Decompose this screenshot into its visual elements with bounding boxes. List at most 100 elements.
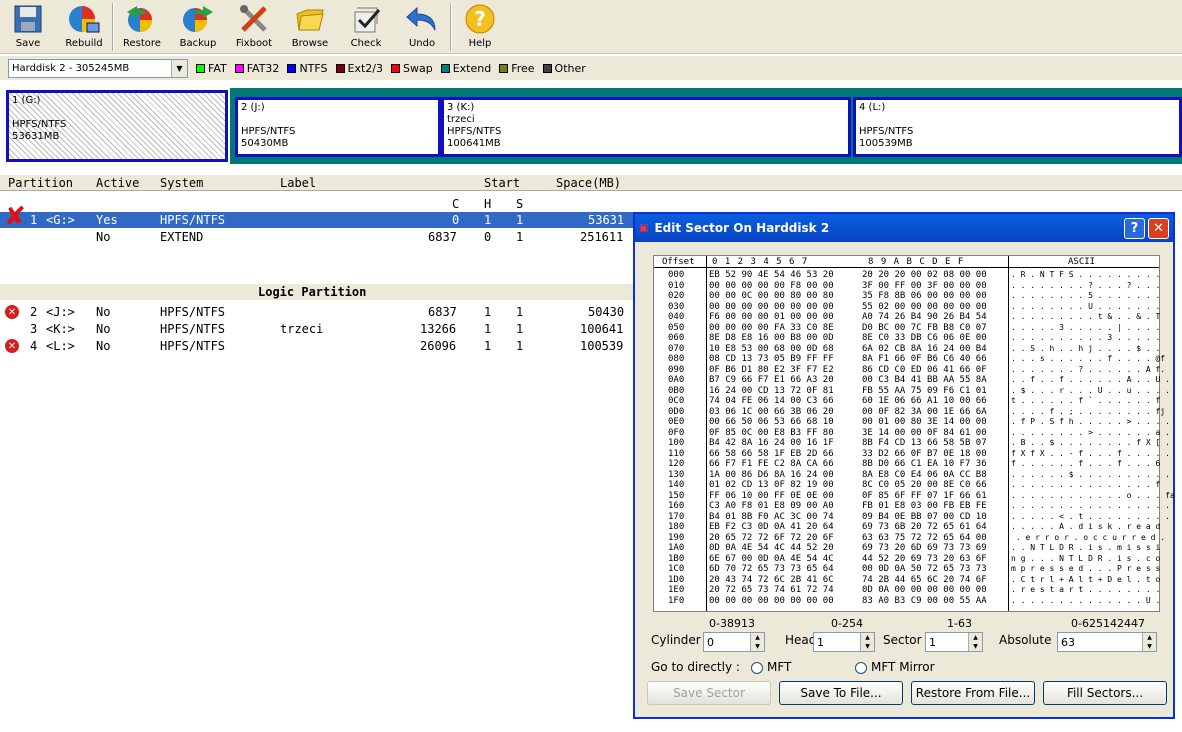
hex-bytes-right[interactable]: 20 20 20 00 02 08 00 00 3F 00 FF 00 3F 00…	[862, 270, 987, 606]
hex-row-right[interactable]: 8C C0 05 20 00 8E C0 66	[862, 480, 987, 491]
col-space[interactable]: Space(MB)	[556, 176, 621, 190]
hex-row-left[interactable]: 03 06 1C 00 66 3B 06 20	[709, 407, 834, 418]
hex-row-right[interactable]: 0D 0A 00 00 00 00 00 00	[862, 585, 987, 596]
hex-row-left[interactable]: FF 06 10 00 FF 0E 0E 00	[709, 491, 834, 502]
ascii-row[interactable]: . . S . h . . h j . . . . $ . .	[1011, 344, 1175, 355]
hex-row-left[interactable]: 66 F7 F1 FE C2 8A CA 66	[709, 459, 834, 470]
hex-row-right[interactable]: 0F 85 6F FF 07 1F 66 61	[862, 491, 987, 502]
hex-row-left[interactable]: F6 00 00 00 01 00 00 00	[709, 312, 834, 323]
hex-row-right[interactable]: 83 A0 B3 C9 00 00 55 AA	[862, 596, 987, 607]
ascii-row[interactable]: . . . . . A . d i s k . r e a d	[1011, 522, 1175, 533]
ascii-row[interactable]: . . . . . . . . ? . . . ? . . .	[1011, 281, 1175, 292]
table-row[interactable]: 2 <J:> No HPFS/NTFS 6837 1 1 50430	[0, 304, 640, 320]
partition-block-j[interactable]: 2 (J:) HPFS/NTFS 50430MB	[235, 97, 441, 157]
hex-row-left[interactable]: 00 00 00 00 00 00 00 00	[709, 302, 834, 313]
hex-row-right[interactable]: 00 C3 B4 41 BB AA 55 8A	[862, 375, 987, 386]
undo-toolbar-button[interactable]: Undo	[394, 0, 450, 54]
hex-row-right[interactable]: 74 2B 44 65 6C 20 74 6F	[862, 575, 987, 586]
hex-row-right[interactable]: 63 63 75 72 72 65 64 00	[862, 533, 987, 544]
hex-row-left[interactable]: EB 52 90 4E 54 46 53 20	[709, 270, 834, 281]
ascii-row[interactable]: . . . s . . . . . . f . . . . @f	[1011, 354, 1175, 365]
ascii-row[interactable]: f X f X . . - f . . . f . . . . .	[1011, 449, 1175, 460]
browse-toolbar-button[interactable]: Browse	[282, 0, 338, 54]
mft-radio[interactable]	[751, 662, 763, 674]
hex-row-left[interactable]: 74 04 FE 06 14 00 C3 66	[709, 396, 834, 407]
hex-row-left[interactable]: 20 43 74 72 6C 2B 41 6C	[709, 575, 834, 586]
restore-toolbar-button[interactable]: Restore	[114, 0, 170, 54]
absolute-spinner[interactable]: ▲ ▼	[1142, 633, 1156, 651]
hex-row-right[interactable]: 3E 14 00 00 0F 84 61 00	[862, 428, 987, 439]
col-partition[interactable]: Partition	[8, 176, 73, 190]
ascii-row[interactable]: . . . . f . ; . . . . . . . . fj	[1011, 407, 1175, 418]
ascii-row[interactable]: . . N T L D R . i s . m i s s i	[1011, 543, 1175, 554]
table-row[interactable]: 4 <L:> No HPFS/NTFS 26096 1 1 100539	[0, 338, 640, 354]
ascii-row[interactable]: . f P . S f h . . . . . > . . . .	[1011, 417, 1175, 428]
backup-toolbar-button[interactable]: Backup	[170, 0, 226, 54]
col-active[interactable]: Active	[96, 176, 139, 190]
hex-row-left[interactable]: 00 00 0C 00 00 80 00 80	[709, 291, 834, 302]
head-spinner[interactable]: ▲ ▼	[860, 633, 874, 651]
ascii-row[interactable]: . . . . . 3 . . . . . | . . . .	[1011, 323, 1175, 334]
fill-sectors-button[interactable]: Fill Sectors...	[1043, 681, 1167, 705]
col-label[interactable]: Label	[280, 176, 316, 190]
hex-row-right[interactable]: 3F 00 FF 00 3F 00 00 00	[862, 281, 987, 292]
cylinder-field[interactable]: 0 ▲ ▼	[703, 632, 765, 652]
hex-row-right[interactable]: 00 0D 0A 50 72 65 73 73	[862, 564, 987, 575]
ascii-row[interactable]: . . . . . . . . . . . . o . . . fa	[1011, 491, 1175, 502]
hex-row-left[interactable]: 00 00 00 00 00 F8 00 00	[709, 281, 834, 292]
ascii-row[interactable]: . . . . . . . . 5 . . . . . . .	[1011, 291, 1175, 302]
table-row[interactable]: 1 <G:> Yes HPFS/NTFS 0 1 1 53631	[0, 212, 640, 228]
hex-row-right[interactable]: 8B F4 CD 13 66 58 5B 07	[862, 438, 987, 449]
hex-row-left[interactable]: 1A 00 86 D6 8A 16 24 00	[709, 470, 834, 481]
ascii-row[interactable]: . . f . . f . . . . . . A . . U .	[1011, 375, 1175, 386]
hex-row-right[interactable]: A0 74 26 B4 90 26 B4 54	[862, 312, 987, 323]
restore-from-file-button[interactable]: Restore From File...	[911, 681, 1035, 705]
ascii-row[interactable]: . . . . . . $ . . . . . . . . . .	[1011, 470, 1175, 481]
hex-row-right[interactable]: 33 D2 66 0F B7 0E 18 00	[862, 449, 987, 460]
ascii-row[interactable]: n g . . . N T L D R . i s . c o	[1011, 554, 1175, 565]
ascii-row[interactable]: t . . . . . . f ` . . . . . . f	[1011, 396, 1175, 407]
col-start[interactable]: Start	[484, 176, 520, 190]
hex-row-right[interactable]: 8A E8 C0 E4 06 0A CC B8	[862, 470, 987, 481]
hex-row-right[interactable]: 20 20 20 00 02 08 00 00	[862, 270, 987, 281]
ascii-row[interactable]: . . . . . < . t . . . . . . . . .	[1011, 512, 1175, 523]
ascii-row[interactable]: . . . . . . . . U . . . . . . .	[1011, 302, 1175, 313]
help-window-button[interactable]: ?	[1124, 218, 1145, 239]
mft-mirror-label[interactable]: MFT Mirror	[871, 660, 935, 674]
hex-row-left[interactable]: 16 24 00 CD 13 72 0F 81	[709, 386, 834, 397]
sector-spinner[interactable]: ▲ ▼	[968, 633, 982, 651]
col-system[interactable]: System	[160, 176, 203, 190]
ascii-row[interactable]: . r e s t a r t . . . . . . . .	[1011, 585, 1175, 596]
hex-row-left[interactable]: 00 00 00 00 FA 33 C0 8E	[709, 323, 834, 334]
hex-row-left[interactable]: 08 CD 13 73 05 B9 FF FF	[709, 354, 834, 365]
ascii-row[interactable]: . . . . . . . . > . . . . . . a .	[1011, 428, 1175, 439]
hex-row-left[interactable]: 01 02 CD 13 0F 82 19 00	[709, 480, 834, 491]
hex-row-left[interactable]: C3 A0 F8 01 E8 09 00 A0	[709, 501, 834, 512]
table-row[interactable]: 3 <K:> No HPFS/NTFS trzeci 13266 1 1 100…	[0, 321, 640, 337]
hex-row-left[interactable]: 10 E8 53 00 68 00 0D 68	[709, 344, 834, 355]
hex-row-right[interactable]: 8B D0 66 C1 EA 10 F7 36	[862, 459, 987, 470]
sector-field[interactable]: 1 ▲ ▼	[925, 632, 983, 652]
hex-row-left[interactable]: 0F B6 D1 80 E2 3F F7 E2	[709, 365, 834, 376]
partition-block-l[interactable]: 4 (L:) HPFS/NTFS 100539MB	[853, 97, 1182, 157]
help-toolbar-button[interactable]: ? Help	[452, 0, 508, 54]
ascii-row[interactable]: m p r e s s e d . . . P r e s s	[1011, 564, 1175, 575]
hex-row-left[interactable]: 00 00 00 00 00 00 00 00	[709, 596, 834, 607]
hex-row-right[interactable]: 86 CD C0 ED 06 41 66 0F	[862, 365, 987, 376]
hex-row-left[interactable]: B4 01 8B F0 AC 3C 00 74	[709, 512, 834, 523]
hex-row-left[interactable]: 66 58 66 58 1F EB 2D 66	[709, 449, 834, 460]
hex-bytes-left[interactable]: EB 52 90 4E 54 46 53 20 00 00 00 00 00 F8…	[709, 270, 834, 606]
hex-row-right[interactable]: D0 BC 00 7C FB B8 C0 07	[862, 323, 987, 334]
ascii-row[interactable]: . . . . . . . . . t & . . & . T	[1011, 312, 1175, 323]
ascii-row[interactable]: . R . N T F S . . . . . . . . .	[1011, 270, 1175, 281]
hex-row-left[interactable]: 20 72 65 73 74 61 72 74	[709, 585, 834, 596]
hex-row-left[interactable]: 6E 67 00 0D 0A 4E 54 4C	[709, 554, 834, 565]
hex-row-left[interactable]: 20 65 72 72 6F 72 20 6F	[709, 533, 834, 544]
mft-mirror-radio[interactable]	[855, 662, 867, 674]
chevron-down-icon[interactable]: ▼	[171, 59, 187, 77]
partition-block-g[interactable]: 1 (G:) HPFS/NTFS 53631MB	[6, 90, 228, 162]
hex-row-right[interactable]: 8A F1 66 0F B6 C6 40 66	[862, 354, 987, 365]
save-toolbar-button[interactable]: Save	[0, 0, 56, 54]
table-row[interactable]: No EXTEND 6837 0 1 251611	[0, 229, 640, 245]
save-sector-button[interactable]: Save Sector	[647, 681, 771, 705]
